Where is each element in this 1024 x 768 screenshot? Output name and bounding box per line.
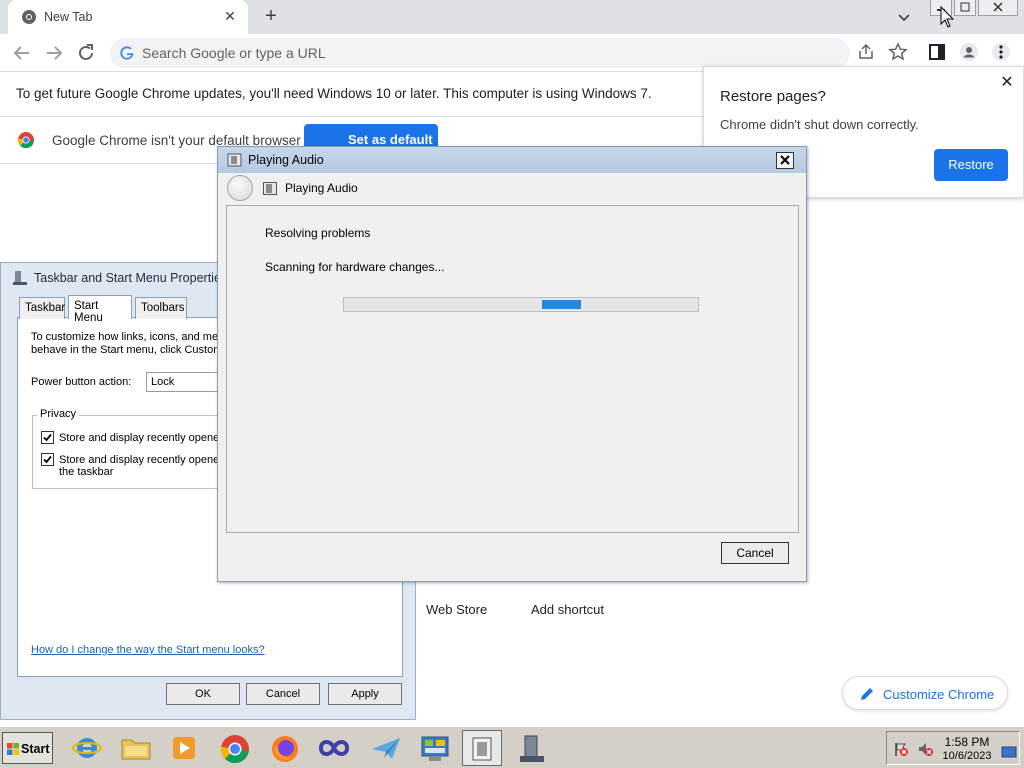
cancel-button[interactable]: Cancel xyxy=(246,683,320,705)
start-menu-help-link[interactable]: How do I change the way the Start menu l… xyxy=(31,644,265,656)
customize-label: Customize Chrome xyxy=(883,687,995,702)
back-button[interactable] xyxy=(227,175,253,201)
audio-dialog-content: Resolving problems Scanning for hardware… xyxy=(226,205,799,533)
ok-button[interactable]: OK xyxy=(166,683,240,705)
tab-start-menu[interactable]: Start Menu xyxy=(68,295,132,324)
recent-programs-label: Store and display recently opene xyxy=(59,432,220,444)
status-scanning: Scanning for hardware changes... xyxy=(265,260,445,274)
audio-dialog-titlebar[interactable]: Playing Audio xyxy=(218,147,806,173)
audio-troubleshooter-icon xyxy=(472,737,492,761)
start-button[interactable]: Start xyxy=(2,732,53,764)
media-player-icon xyxy=(173,737,195,759)
bookmark-star-icon[interactable] xyxy=(888,42,908,62)
troubleshooter-header-icon xyxy=(263,182,277,195)
audio-cancel-button[interactable]: Cancel xyxy=(721,542,789,564)
restore-close-icon[interactable]: ✕ xyxy=(999,75,1015,91)
recent-items-label: Store and display recently opene the tas… xyxy=(59,454,220,478)
chrome-icon xyxy=(22,10,36,24)
visual-studio-button[interactable] xyxy=(314,730,354,766)
forward-arrow-icon[interactable] xyxy=(42,41,66,65)
side-panel-icon[interactable] xyxy=(927,42,947,62)
back-arrow-icon[interactable] xyxy=(10,41,34,65)
telegram-button[interactable] xyxy=(366,730,406,766)
file-explorer-icon xyxy=(121,739,151,760)
internet-explorer-button[interactable] xyxy=(67,730,107,766)
tab-close-icon[interactable]: ✕ xyxy=(222,8,238,24)
taskbar-properties-icon xyxy=(13,271,27,285)
start-label: Start xyxy=(21,742,50,756)
dialog-title: Taskbar and Start Menu Properties xyxy=(34,271,228,285)
chrome-button[interactable] xyxy=(215,730,255,766)
maximize-button[interactable] xyxy=(954,0,976,16)
shortcut-web-store[interactable]: Web Store xyxy=(426,602,487,617)
action-center-flag-icon[interactable] xyxy=(893,741,909,757)
tab-title: New Tab xyxy=(44,10,93,24)
restore-message: Chrome didn't shut down correctly. xyxy=(720,117,919,132)
power-button-select[interactable]: Lock xyxy=(146,372,226,392)
tab-search-chevron-icon[interactable] xyxy=(896,9,912,25)
taskbar-properties-icon xyxy=(520,735,544,762)
progress-bar xyxy=(343,297,699,312)
audio-dialog-header: Playing Audio xyxy=(285,181,358,195)
recent-items-checkbox[interactable] xyxy=(41,453,54,466)
volume-muted-icon[interactable] xyxy=(917,741,933,757)
more-menu-icon[interactable] xyxy=(991,42,1011,62)
power-button-label: Power button action: xyxy=(31,376,132,388)
clock-date[interactable]: 10/6/2023 xyxy=(939,750,995,762)
chrome-logo-icon xyxy=(17,132,34,149)
update-infobar: To get future Google Chrome updates, you… xyxy=(0,72,704,117)
google-g-icon xyxy=(120,46,134,60)
firefox-button[interactable] xyxy=(265,730,305,766)
media-player-button[interactable] xyxy=(164,730,204,766)
system-tray: 1:58 PM 10/6/2023 xyxy=(886,731,1020,765)
paper-plane-icon xyxy=(372,738,400,759)
privacy-label: Privacy xyxy=(37,408,80,420)
address-bar[interactable]: Search Google or type a URL xyxy=(110,38,850,68)
progress-indicator xyxy=(542,300,581,309)
show-desktop-icon[interactable] xyxy=(1001,744,1017,760)
control-panel-button[interactable] xyxy=(415,730,455,766)
playing-audio-dialog: Playing Audio Playing Audio Resolving pr… xyxy=(217,146,807,582)
tab-taskbar[interactable]: Taskbar xyxy=(19,297,65,319)
omnibox-placeholder: Search Google or type a URL xyxy=(142,45,326,61)
tab-new-tab[interactable]: New Tab ✕ xyxy=(8,0,248,34)
window-close-button[interactable] xyxy=(978,0,1018,16)
tab-toolbars[interactable]: Toolbars xyxy=(135,297,187,319)
audio-dialog-title: Playing Audio xyxy=(248,153,324,167)
control-panel-icon xyxy=(421,736,449,761)
update-notice-text: To get future Google Chrome updates, you… xyxy=(16,86,652,101)
troubleshooter-icon xyxy=(227,153,242,167)
apply-button[interactable]: Apply xyxy=(328,683,402,705)
chrome-icon xyxy=(220,735,249,764)
mouse-cursor-icon xyxy=(940,6,955,28)
recent-programs-checkbox[interactable] xyxy=(41,431,54,444)
pencil-icon xyxy=(861,688,873,700)
restore-button[interactable]: Restore xyxy=(934,149,1008,181)
profile-icon[interactable] xyxy=(959,42,979,62)
windows-flag-icon xyxy=(7,743,19,755)
audio-troubleshooter-button[interactable] xyxy=(462,730,502,766)
new-tab-button[interactable]: + xyxy=(260,6,282,28)
share-icon[interactable] xyxy=(856,42,876,62)
reload-icon[interactable] xyxy=(74,41,98,65)
restore-title: Restore pages? xyxy=(720,88,826,105)
tab-strip: New Tab ✕ + xyxy=(0,0,1024,34)
visual-studio-icon xyxy=(318,740,350,756)
firefox-icon xyxy=(272,736,298,762)
internet-explorer-icon xyxy=(72,738,102,758)
audio-dialog-close-icon[interactable] xyxy=(776,152,794,169)
file-explorer-button[interactable] xyxy=(116,730,156,766)
customize-chrome-button[interactable]: Customize Chrome xyxy=(842,676,1008,710)
windows-taskbar: Start 1:58 PM 10/6/2023 xyxy=(0,726,1024,768)
taskbar-properties-button[interactable] xyxy=(512,730,552,766)
shortcut-add[interactable]: Add shortcut xyxy=(531,602,604,617)
clock-time[interactable]: 1:58 PM xyxy=(939,735,995,749)
start-menu-description: To customize how links, icons, and men b… xyxy=(31,331,225,356)
status-resolving: Resolving problems xyxy=(265,226,371,240)
